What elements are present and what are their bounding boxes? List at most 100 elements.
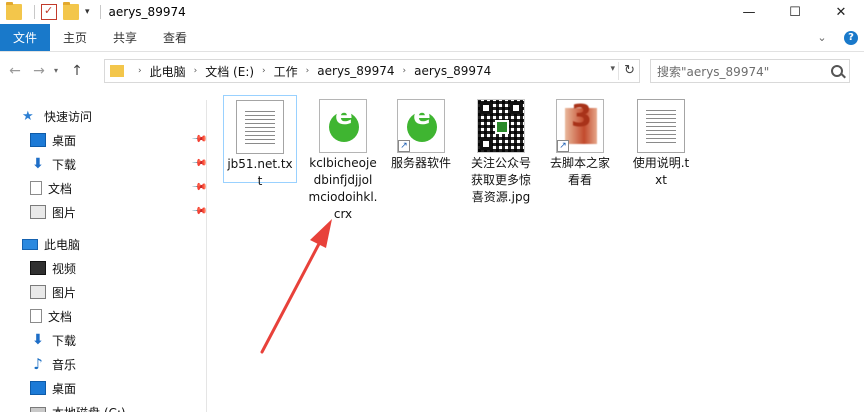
window-title: aerys_89974	[108, 5, 186, 19]
sidebar-item-label: 本地磁盘 (C:)	[52, 404, 126, 412]
sidebar-item-quick-access[interactable]: ★ 快速访问	[22, 104, 92, 128]
desktop-icon	[30, 381, 46, 395]
address-dropdown-icon[interactable]: ▾	[610, 64, 615, 74]
sidebar-item-music[interactable]: ♪ 音乐	[30, 352, 76, 376]
search-box[interactable]: 搜索"aerys_89974"	[650, 59, 850, 83]
new-folder-icon[interactable]	[63, 2, 79, 20]
sidebar-item-pictures[interactable]: 图片	[30, 200, 76, 224]
folder-icon	[110, 65, 124, 77]
title-bar: ▾ aerys_89974 — ☐ ✕	[0, 0, 864, 24]
chevron-right-icon[interactable]: ›	[138, 66, 142, 76]
chevron-right-icon[interactable]: ›	[194, 66, 198, 76]
customize-dropdown-icon[interactable]: ▾	[85, 7, 90, 17]
file-item[interactable]: kclbicheojedbinfjdjjolmciodoihkl.crx	[306, 95, 380, 223]
breadcrumb-item[interactable]: 此电脑	[150, 63, 186, 80]
close-button[interactable]: ✕	[818, 0, 864, 24]
chevron-right-icon[interactable]: ›	[402, 66, 406, 76]
refresh-icon[interactable]: ↻	[618, 62, 635, 80]
sidebar-item-label: 快速访问	[44, 109, 93, 124]
music-icon: ♪	[33, 355, 43, 373]
document-icon	[30, 181, 42, 195]
file-name: 关注公众号获取更多惊喜资源.jpg	[470, 156, 531, 204]
up-arrow-icon[interactable]: ↑	[68, 62, 86, 80]
tab-file[interactable]: 文件	[0, 24, 50, 51]
sidebar-item-this-pc[interactable]: 此电脑	[22, 232, 80, 256]
sidebar-item-downloads[interactable]: ⬇ 下载	[30, 152, 76, 176]
ribbon-controls: ⌄ ?	[814, 30, 858, 46]
file-item[interactable]: 使用说明.txt	[624, 95, 698, 189]
breadcrumb-item[interactable]: 文档 (E:)	[205, 63, 254, 80]
pictures-icon	[30, 285, 46, 299]
minimize-button[interactable]: —	[726, 0, 772, 24]
forward-arrow-icon[interactable]: →	[30, 62, 48, 80]
sidebar-item-label: 文档	[48, 309, 73, 324]
search-icon	[831, 65, 843, 77]
address-bar[interactable]: › 此电脑 › 文档 (E:) › 工作 › aerys_89974 › aer…	[104, 59, 640, 83]
chevron-right-icon[interactable]: ›	[306, 66, 310, 76]
navigation-pane: ★ 快速访问 桌面 📌 ⬇ 下载 📌 文档 📌 图片 📌 此电脑 视频 图片 文…	[0, 100, 208, 412]
window-controls: — ☐ ✕	[726, 0, 864, 24]
back-arrow-icon[interactable]: ←	[6, 62, 24, 80]
breadcrumb-item[interactable]: aerys_89974	[317, 64, 394, 78]
file-name: 使用说明.txt	[632, 156, 690, 187]
computer-icon	[22, 238, 38, 250]
document-icon	[30, 309, 42, 323]
file-item[interactable]: jb51.net.txt	[223, 95, 297, 188]
sidebar-item-label: 文档	[48, 181, 73, 196]
file-item[interactable]: ↗ 去脚本之家看看	[543, 95, 617, 189]
file-name: kclbicheojedbinfjdjjolmciodoihkl.crx	[308, 156, 378, 221]
properties-icon[interactable]	[41, 4, 57, 20]
text-file-icon	[236, 100, 284, 154]
tab-home[interactable]: 主页	[50, 24, 100, 51]
pin-icon[interactable]: 📌	[191, 203, 208, 220]
sidebar-item-desktop[interactable]: 桌面	[30, 376, 76, 400]
navigation-bar: ← → ▾ ↑ › 此电脑 › 文档 (E:) › 工作 › aerys_899…	[0, 53, 864, 89]
tab-share[interactable]: 共享	[100, 24, 150, 51]
breadcrumb-item[interactable]: 工作	[274, 63, 298, 80]
shortcut-icon: ↗	[397, 99, 445, 153]
chevron-right-icon[interactable]: ›	[262, 66, 266, 76]
sidebar-item-label: 图片	[52, 285, 77, 300]
sidebar-item-label: 此电脑	[44, 237, 81, 252]
disk-icon	[30, 407, 46, 412]
tab-view[interactable]: 查看	[150, 24, 200, 51]
star-icon: ★	[22, 109, 34, 124]
sidebar-item-pictures[interactable]: 图片	[30, 280, 76, 304]
file-item[interactable]: ↗ 服务器软件	[384, 95, 458, 172]
sidebar-item-downloads[interactable]: ⬇ 下载	[30, 328, 76, 352]
sidebar-item-label: 视频	[52, 261, 77, 276]
crx-file-icon	[319, 99, 367, 153]
sidebar-item-documents[interactable]: 文档	[30, 176, 72, 200]
sidebar-item-label: 下载	[52, 157, 77, 172]
sidebar-item-label: 桌面	[52, 133, 77, 148]
toolbar-divider	[99, 5, 101, 19]
quick-access-toolbar: ▾ aerys_89974	[0, 0, 186, 24]
download-icon: ⬇	[32, 156, 44, 172]
sidebar-item-local-disk[interactable]: 本地磁盘 (C:)	[30, 400, 126, 412]
file-item[interactable]: 关注公众号获取更多惊喜资源.jpg	[464, 95, 538, 206]
sidebar-item-label: 音乐	[52, 357, 77, 372]
pin-icon[interactable]: 📌	[191, 155, 208, 172]
sidebar-item-documents[interactable]: 文档	[30, 304, 72, 328]
sidebar-item-desktop[interactable]: 桌面	[30, 128, 76, 152]
sidebar-item-videos[interactable]: 视频	[30, 256, 76, 280]
help-icon[interactable]: ?	[844, 31, 858, 45]
file-name: 服务器软件	[390, 156, 451, 170]
qr-image-icon	[477, 99, 525, 153]
maximize-button[interactable]: ☐	[772, 0, 818, 24]
breadcrumb-item[interactable]: aerys_89974	[414, 64, 491, 78]
video-icon	[30, 261, 46, 275]
ribbon-tabs: 文件 主页 共享 查看 ⌄ ?	[0, 24, 864, 52]
expand-ribbon-icon[interactable]: ⌄	[814, 30, 830, 46]
pin-icon[interactable]: 📌	[191, 179, 208, 196]
toolbar-divider	[34, 5, 35, 19]
pictures-icon	[30, 205, 46, 219]
recent-locations-icon[interactable]: ▾	[50, 62, 62, 80]
file-name: jb51.net.txt	[227, 157, 293, 188]
folder-icon	[6, 2, 22, 20]
pin-icon[interactable]: 📌	[191, 131, 208, 148]
download-icon: ⬇	[32, 332, 44, 348]
text-file-icon	[637, 99, 685, 153]
search-placeholder: 搜索"aerys_89974"	[657, 64, 770, 79]
desktop-icon	[30, 133, 46, 147]
